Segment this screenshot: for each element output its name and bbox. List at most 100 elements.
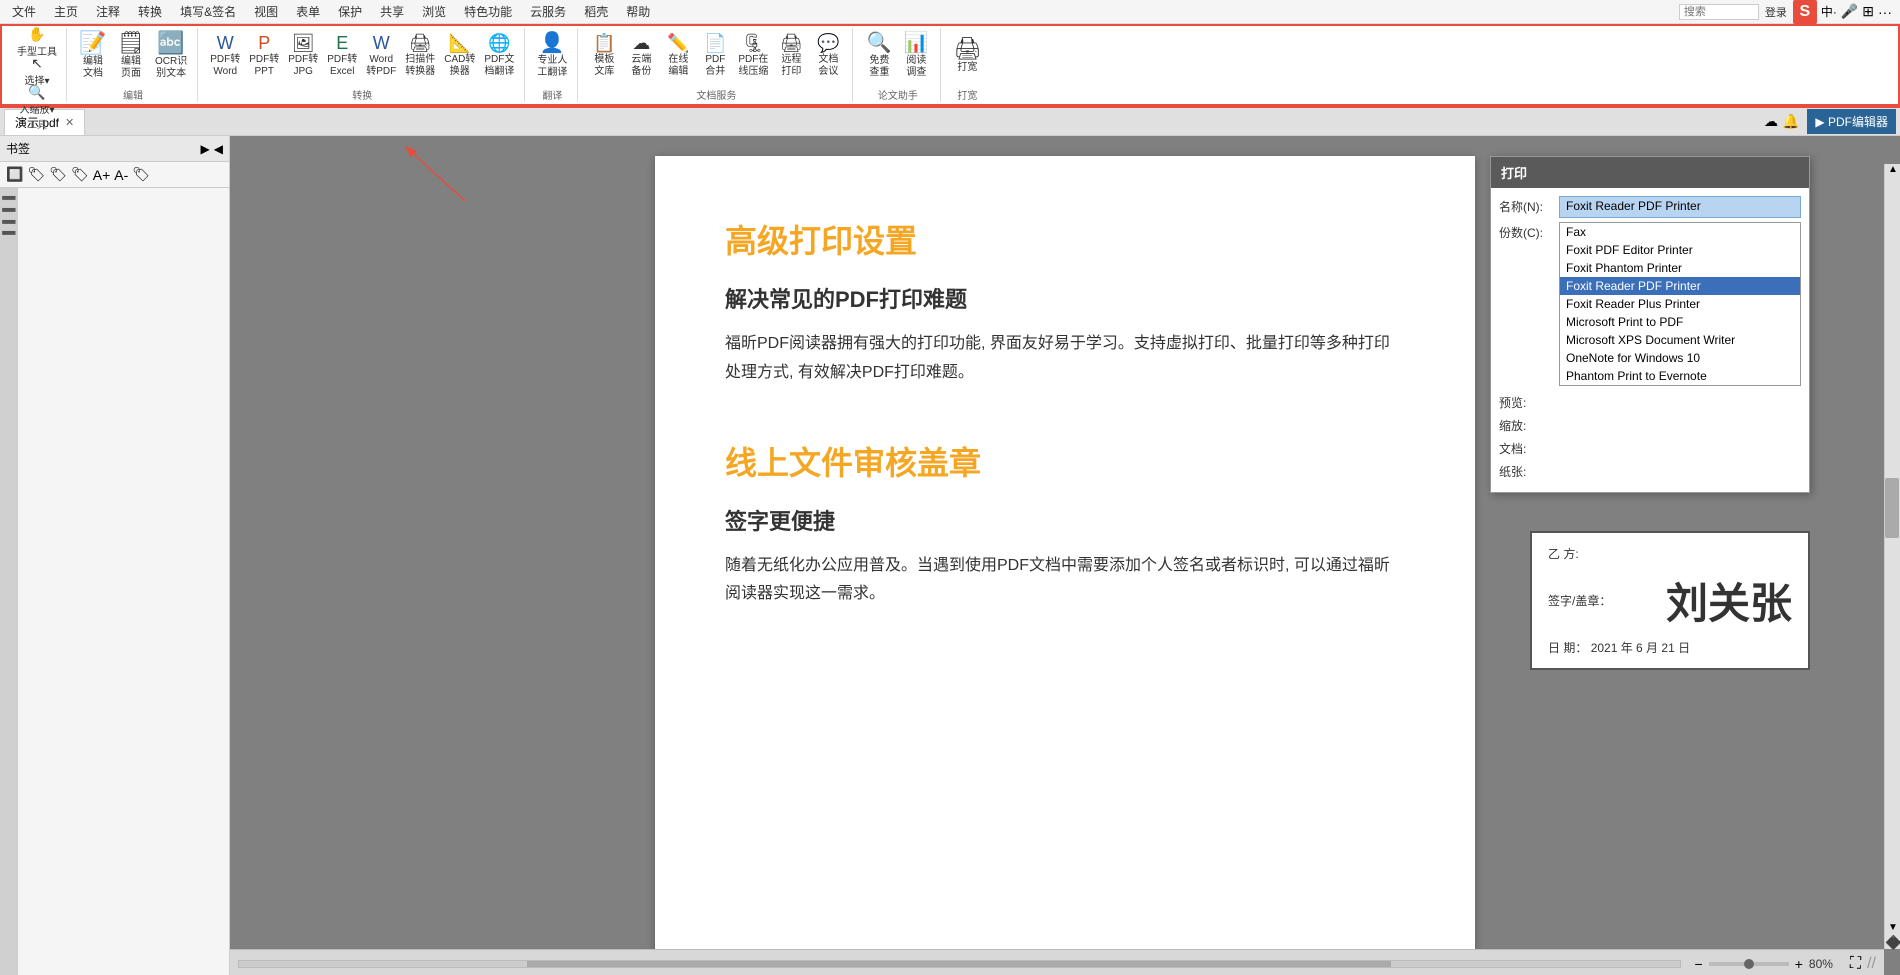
menu-item-annotate[interactable]: 注释: [88, 1, 128, 22]
pdf-to-word-button[interactable]: W PDF转Word: [206, 28, 244, 84]
menu-item-cloud[interactable]: 云服务: [522, 1, 574, 22]
pdf-compress-button[interactable]: 🗜 PDF在线压缩: [734, 28, 772, 84]
pdf-page: 高级打印设置 解决常见的PDF打印难题 福昕PDF阅读器拥有强大的打印功能, 界…: [655, 156, 1475, 975]
pdf-excel-icon: E: [336, 34, 348, 52]
pdf-to-jpg-button[interactable]: 🖼 PDF转JPG: [284, 28, 322, 84]
scroll-up-btn[interactable]: ▲: [1885, 164, 1900, 175]
template-lib-button[interactable]: 📋 模板文库: [586, 28, 622, 84]
select-button[interactable]: ↖ 选择▾: [14, 57, 60, 85]
bookmark-icon1[interactable]: 🏷: [27, 166, 45, 183]
zoom-slider[interactable]: [1709, 962, 1789, 966]
lang-icon[interactable]: 中·: [1821, 3, 1837, 20]
cloud-backup-button[interactable]: ☁ 云端备份: [623, 28, 659, 84]
online-edit-icon: ✏️: [667, 34, 689, 52]
grid-icon[interactable]: ⊞: [1862, 3, 1874, 20]
cloud-icon[interactable]: ☁: [1764, 113, 1778, 130]
scroll-thumb[interactable]: [1885, 478, 1899, 538]
pdf-editor-panel-label[interactable]: ▶ PDF编辑器: [1807, 109, 1896, 134]
horizontal-scroll-thumb[interactable]: [527, 961, 1391, 967]
zoom-out-icon[interactable]: −: [1695, 956, 1703, 972]
word-pdf-icon: W: [373, 34, 390, 52]
hand-tool-icon: ✋: [28, 26, 45, 43]
edit-doc-button[interactable]: 📝 编辑文档: [75, 28, 111, 84]
menu-item-browse[interactable]: 浏览: [414, 1, 454, 22]
ribbon-group-translate: 👤 专业人工翻译 翻译: [527, 28, 578, 102]
pdf-view-area[interactable]: 高级打印设置 解决常见的PDF打印难题 福昕PDF阅读器拥有强大的打印功能, 界…: [230, 136, 1900, 975]
menu-item-form[interactable]: 表单: [288, 1, 328, 22]
menu-item-convert[interactable]: 转换: [130, 1, 170, 22]
menu-item-file[interactable]: 文件: [4, 1, 44, 22]
menu-item-sign[interactable]: 填写&签名: [172, 1, 244, 22]
printer-fax[interactable]: Fax: [1560, 223, 1800, 241]
text-smaller-icon[interactable]: A-: [114, 167, 128, 183]
ocr-button[interactable]: 🔤 OCR识别文本: [151, 28, 191, 84]
doc-meeting-button[interactable]: 💬 文档会议: [810, 28, 846, 84]
bookmark-icon2[interactable]: 🏷: [49, 166, 67, 183]
bookmark-add-icon[interactable]: 🔲: [6, 166, 23, 183]
stamp-party-label: 乙 方:: [1548, 545, 1792, 562]
bookmark-options-icon[interactable]: 🏷: [132, 166, 150, 183]
online-edit-button[interactable]: ✏️ 在线编辑: [660, 28, 696, 84]
pro-translate-button[interactable]: 👤 专业人工翻译: [533, 28, 571, 84]
printer-foxit-reader[interactable]: Foxit Reader PDF Printer: [1560, 277, 1800, 295]
printer-onenote[interactable]: OneNote for Windows 10: [1560, 349, 1800, 367]
zoom-in-icon[interactable]: +: [1795, 956, 1803, 972]
scroll-corner-btn[interactable]: ⬛: [1883, 934, 1900, 953]
hand-tool-button[interactable]: ✋ 手型工具: [14, 28, 60, 56]
printer-foxit-plus[interactable]: Foxit Reader Plus Printer: [1560, 295, 1800, 313]
printer-foxit-editor[interactable]: Foxit PDF Editor Printer: [1560, 241, 1800, 259]
printer-phantom-evernote[interactable]: Phantom Print to Evernote: [1560, 367, 1800, 385]
menu-item-home[interactable]: 主页: [46, 1, 86, 22]
print-copies-label: 份数(C):: [1499, 222, 1559, 241]
scan-convert-button[interactable]: 🖨 扫描件转换器: [401, 28, 439, 84]
print-name-field[interactable]: Foxit Reader PDF Printer: [1559, 196, 1801, 218]
zoom-slider-thumb[interactable]: [1744, 959, 1754, 969]
sidebar-tool-3[interactable]: ▐: [3, 216, 15, 224]
printer-ms-pdf[interactable]: Microsoft Print to PDF: [1560, 313, 1800, 331]
edit-page-button[interactable]: 🗒 编辑页面: [113, 28, 149, 84]
sidebar-expand-btn[interactable]: ▶: [201, 142, 210, 156]
tab-close-button[interactable]: ✕: [65, 116, 74, 129]
more-icon[interactable]: ···: [1878, 4, 1892, 20]
ribbon-group-edit: 📝 编辑文档 🗒 编辑页面 🔤 OCR识别文本 编辑: [69, 28, 198, 102]
remote-print-button[interactable]: 🖨 远程打印: [773, 28, 809, 84]
free-check-button[interactable]: 🔍 免费查重: [861, 28, 897, 84]
fullscreen-icon[interactable]: ⛶: [1850, 955, 1861, 973]
word-to-pdf-button[interactable]: W Word转PDF: [362, 28, 400, 84]
bookmark-icon3[interactable]: 🏷: [71, 166, 89, 183]
translate-icon: 🌐: [488, 34, 510, 52]
read-survey-button[interactable]: 📊 阅读调查: [898, 28, 934, 84]
bell-icon[interactable]: 🔔: [1782, 113, 1799, 130]
print-list[interactable]: Fax Foxit PDF Editor Printer Foxit Phant…: [1559, 222, 1801, 386]
pdf-to-excel-button[interactable]: E PDF转Excel: [323, 28, 361, 84]
sidebar-collapse-btn[interactable]: ◀: [214, 142, 223, 156]
text-larger-icon[interactable]: A+: [93, 167, 111, 183]
pdf-to-ppt-button[interactable]: P PDF转PPT: [245, 28, 283, 84]
sidebar-tool-4[interactable]: ▐: [3, 227, 15, 235]
print-button[interactable]: 🖨 打宽: [949, 28, 985, 84]
mic-icon[interactable]: 🎤: [1841, 3, 1858, 20]
menu-item-special[interactable]: 特色功能: [456, 1, 520, 22]
horizontal-scroll[interactable]: [238, 960, 1681, 968]
zoom-button[interactable]: 🔍 入缩放▾: [14, 86, 60, 114]
sidebar-tool-1[interactable]: ▐: [3, 192, 15, 200]
menu-item-view[interactable]: 视图: [246, 1, 286, 22]
ribbon-group-print: 🖨 打宽 打宽: [943, 28, 991, 102]
menu-item-protect[interactable]: 保护: [330, 1, 370, 22]
pdf-merge-button[interactable]: 📄 PDF合并: [697, 28, 733, 84]
login-button[interactable]: 登录: [1765, 4, 1787, 20]
search-input[interactable]: [1679, 4, 1759, 20]
vertical-scrollbar[interactable]: ▲ ▼ ⬛: [1884, 164, 1900, 949]
printer-foxit-phantom[interactable]: Foxit Phantom Printer: [1560, 259, 1800, 277]
printer-ms-xps[interactable]: Microsoft XPS Document Writer: [1560, 331, 1800, 349]
cad-convert-button[interactable]: 📐 CAD转换器: [440, 28, 479, 84]
remote-print-icon: 🖨: [780, 34, 803, 52]
menu-item-share[interactable]: 共享: [372, 1, 412, 22]
scroll-down-btn[interactable]: ▼: [1885, 922, 1900, 933]
menu-item-daoke[interactable]: 稻壳: [576, 1, 616, 22]
menu-item-help[interactable]: 帮助: [618, 1, 658, 22]
select-icon: ↖: [31, 55, 43, 72]
sidebar-tool-2[interactable]: ▐: [3, 204, 15, 212]
pdf-translate-button[interactable]: 🌐 PDF文档翻译: [480, 28, 518, 84]
pdf-word-icon: W: [217, 34, 234, 52]
